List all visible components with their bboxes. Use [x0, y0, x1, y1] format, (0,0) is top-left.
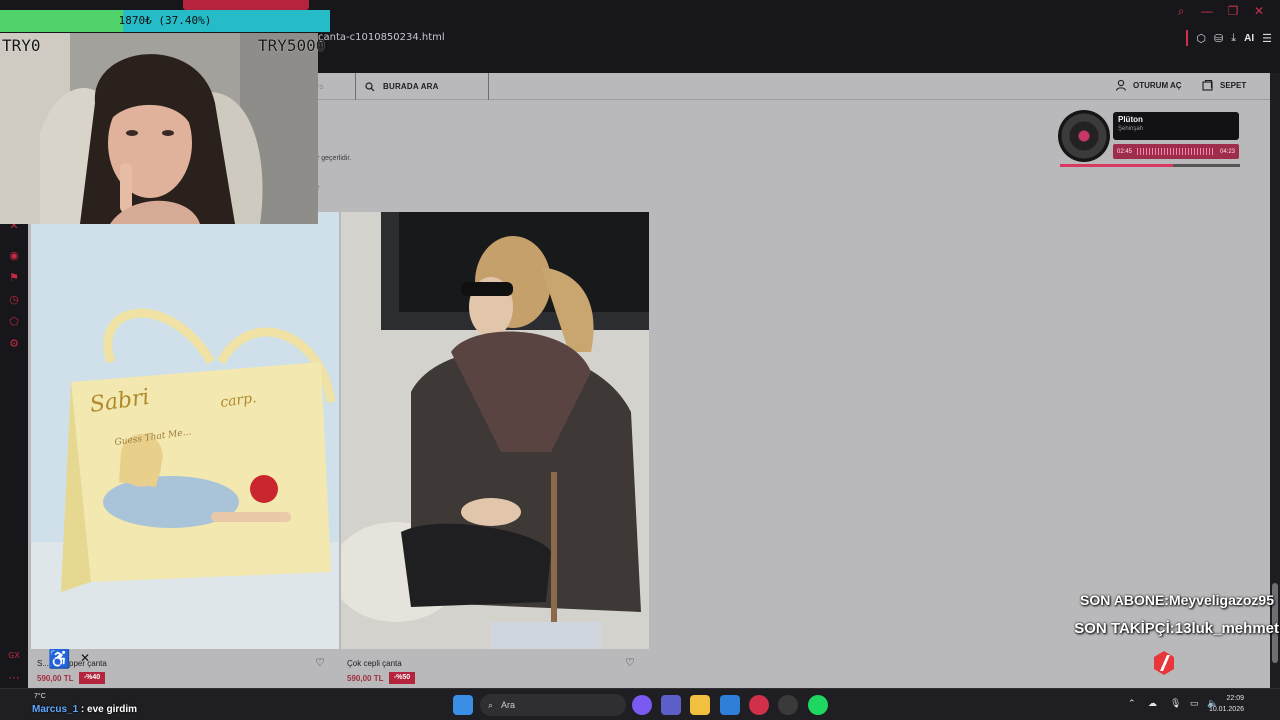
login-label: OTURUM AÇ [1133, 80, 1182, 90]
last-follower: SON TAKİPÇİ:13luk_mehmet [1074, 620, 1279, 637]
search-label: BURADA ARA [383, 82, 439, 91]
obs-icon[interactable] [778, 695, 798, 715]
system-clock[interactable]: 22:09 10.01.2026 [1209, 693, 1244, 715]
toolbar-divider [1186, 30, 1189, 46]
product-card[interactable]: Çok cepli çanta ♡ 590,00 TL -%50 [341, 212, 649, 684]
aria-icon[interactable]: ◉ [7, 249, 21, 263]
donation-goal-bar: 1870₺ (37.40%) [0, 10, 330, 32]
file-explorer-icon[interactable] [690, 695, 710, 715]
taskbar: 7°C ⌕ Ara ⌃ ☁ 🎙 ▭ 🔈 22:09 10.01.2026 [0, 688, 1280, 720]
track-title: Plüton [1118, 115, 1143, 124]
track-duration: 04:23 [1219, 148, 1235, 155]
close-icon[interactable]: ✕ [80, 652, 92, 664]
taskbar-search[interactable]: ⌕ Ara [480, 694, 626, 716]
track-artist: Şehinşah [1118, 126, 1144, 132]
music-widget: Plüton Şehinşah 02:45 04:23 [1058, 110, 1246, 170]
download-icon[interactable]: ⤓ [1231, 32, 1236, 45]
chat-username: Marcus_1 [32, 704, 79, 715]
tray-chevron-icon[interactable]: ⌃ [1128, 698, 1136, 709]
extensions-icon[interactable]: ⬡ [1196, 32, 1206, 45]
more-icon[interactable]: ⋯ [7, 671, 21, 685]
chat-text: : eve girdim [78, 704, 138, 715]
address-bar[interactable]: çanta-c1010850234.html [318, 32, 445, 43]
minimize-button[interactable]: — [1200, 4, 1214, 19]
streamer-webcam-image [0, 33, 318, 224]
taskbar-search-placeholder: Ara [501, 700, 516, 710]
product-image[interactable] [341, 212, 649, 649]
heart-icon[interactable]: ♡ [625, 657, 637, 669]
discount-badge: -%50 [389, 672, 415, 684]
heart-icon[interactable]: ♡ [315, 657, 327, 669]
chat-message: Marcus_1 : eve girdim [32, 704, 137, 715]
search-tabs-icon[interactable]: ⌕ [1174, 4, 1188, 19]
product-name[interactable]: Çok cepli çanta [347, 659, 402, 668]
search-icon [365, 81, 375, 91]
discount-badge: -%40 [79, 672, 105, 684]
track-info: Plüton Şehinşah [1113, 112, 1239, 140]
track-progress [1060, 164, 1240, 167]
clock-time: 22:09 [1226, 695, 1244, 702]
goal-min-label: TRY0 [2, 36, 41, 55]
waveform-icon [1137, 148, 1215, 155]
tote-bag-image: Sabri carp. Guess That Me... [31, 212, 339, 649]
wallet-icon[interactable]: ⛁ [1214, 32, 1223, 45]
spotify-icon[interactable] [808, 695, 828, 715]
display-icon[interactable]: ▭ [1190, 698, 1199, 709]
clock-date: 10.01.2026 [1208, 706, 1244, 713]
restore-button[interactable]: ❐ [1226, 4, 1240, 19]
last-subscriber: SON ABONE:Meyveligazoz95 [1080, 592, 1274, 608]
playback-bar: 02:45 04:23 [1113, 144, 1239, 159]
kick-logo-icon [1154, 651, 1174, 675]
nav-item[interactable]: rs [317, 82, 324, 91]
webcam-feed [0, 33, 318, 224]
accessibility-icon[interactable]: ♿ [48, 648, 70, 670]
ai-button[interactable]: AI [1244, 33, 1254, 44]
weather-temp: 7°C [34, 693, 46, 700]
goal-max-label: TRY5000 [258, 36, 326, 55]
donation-goal-text: 1870₺ (37.40%) [118, 14, 212, 27]
elapsed-time: 02:45 [1117, 148, 1133, 155]
cart-label: SEPET [1220, 80, 1247, 90]
browser-toolbar-actions: ⬡ ⛁ ⤓ AI ☰ [1186, 30, 1272, 46]
settings-icon[interactable]: ⚙ [7, 337, 21, 351]
leather-bag-image [341, 212, 649, 649]
cart-icon [1202, 79, 1213, 91]
start-button-icon[interactable] [453, 695, 473, 715]
product-price: 590,00 TL [37, 674, 74, 683]
extensions-sidebar-icon[interactable]: ⬠ [7, 315, 21, 329]
album-disc-icon [1058, 110, 1110, 162]
user-icon [1115, 79, 1127, 91]
bookmarks-icon[interactable]: ⚑ [7, 271, 21, 285]
onedrive-icon[interactable]: ☁ [1148, 698, 1157, 709]
cart-button[interactable]: SEPET [1202, 79, 1246, 91]
search-icon: ⌕ [488, 699, 494, 710]
history-icon[interactable]: ◷ [7, 293, 21, 307]
teams-icon[interactable] [661, 695, 681, 715]
window-controls: ⌕ — ❐ ✕ [1174, 4, 1266, 19]
product-card[interactable]: Sabri carp. Guess That Me... S... r shop… [31, 212, 339, 684]
opera-gx-icon[interactable] [749, 695, 769, 715]
weather-widget[interactable]: 7°C [34, 693, 46, 700]
todo-icon[interactable] [720, 695, 740, 715]
gx-icon[interactable]: GX [7, 649, 21, 663]
site-search[interactable]: BURADA ARA [355, 73, 489, 100]
promo-text: r geçerlidir. [317, 155, 352, 162]
product-image[interactable]: Sabri carp. Guess That Me... [31, 212, 339, 649]
active-tab[interactable] [183, 0, 309, 10]
product-price: 590,00 TL [347, 674, 384, 683]
copilot-icon[interactable] [632, 695, 652, 715]
close-button[interactable]: ✕ [1252, 4, 1266, 19]
login-button[interactable]: OTURUM AÇ [1115, 79, 1182, 91]
menu-icon[interactable]: ☰ [1262, 32, 1272, 45]
screen: çanta-c1010850234.html ⌕ — ❐ ✕ ⬡ ⛁ ⤓ AI … [0, 0, 1280, 720]
microphone-icon[interactable]: 🎙 [1170, 698, 1181, 709]
track-progress-fill [1060, 164, 1174, 167]
